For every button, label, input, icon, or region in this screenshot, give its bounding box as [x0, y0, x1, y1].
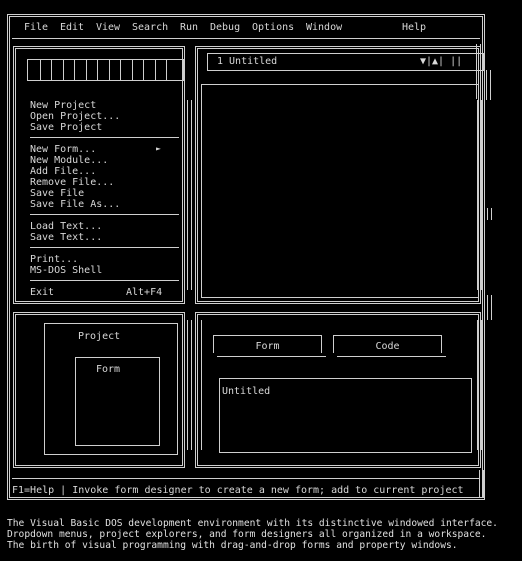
- editor-code-area[interactable]: [201, 84, 479, 298]
- menu-help[interactable]: Help: [402, 22, 426, 33]
- code-button[interactable]: Code: [333, 335, 442, 353]
- menu-item-save-text[interactable]: Save Text...: [30, 232, 102, 243]
- menu-item-ms-dos-shell[interactable]: MS-DOS Shell: [30, 265, 102, 276]
- toolbar-slot[interactable]: [62, 60, 75, 80]
- menu-item-save-file[interactable]: Save File: [30, 188, 84, 199]
- menu-item-save-file-as[interactable]: Save File As...: [30, 199, 120, 210]
- menu-window[interactable]: Window: [306, 22, 342, 33]
- menu-item-new-module[interactable]: New Module...: [30, 155, 108, 166]
- menu-item-add-file[interactable]: Add File...: [30, 166, 96, 177]
- splitter-bar[interactable]: [187, 100, 192, 290]
- form-outer-right: [487, 295, 492, 320]
- form-left-edge: [197, 320, 202, 450]
- caption-line: The Visual Basic DOS development environ…: [7, 518, 498, 529]
- toolbar-slot[interactable]: [154, 60, 167, 80]
- statusbar-divider: [12, 478, 480, 479]
- menu-separator: [30, 280, 179, 281]
- menu-separator: [30, 247, 179, 248]
- menu-view[interactable]: View: [96, 22, 120, 33]
- toolbar-slot[interactable]: [85, 60, 98, 80]
- caption-line: The birth of visual programming with dra…: [7, 540, 458, 551]
- toolbar-slot[interactable]: [51, 60, 63, 80]
- menubar-divider: [12, 38, 480, 39]
- menu-item-print[interactable]: Print...: [30, 254, 78, 265]
- submenu-arrow-icon: ►: [156, 144, 161, 153]
- splitter-bar[interactable]: [187, 320, 192, 450]
- form-button[interactable]: Form: [213, 335, 322, 353]
- project-title: Project: [78, 331, 121, 342]
- status-bar-text: F1=Help | Invoke form designer to create…: [12, 485, 464, 496]
- window-controls-icon[interactable]: ▼|▲| ||: [420, 56, 462, 67]
- editor-right-edge: [477, 100, 482, 290]
- status-right-edge: [479, 470, 484, 498]
- file-list-item[interactable]: Untitled: [222, 386, 270, 397]
- menu-file[interactable]: File: [24, 22, 48, 33]
- menu-item-open-project[interactable]: Open Project...: [30, 111, 120, 122]
- menu-bar: File Edit View Search Run Debug Options …: [24, 22, 474, 34]
- form-right-edge: [477, 320, 482, 450]
- menu-edit[interactable]: Edit: [60, 22, 84, 33]
- menu-item-exit-shortcut: Alt+F4: [126, 287, 163, 298]
- toolbar-slot[interactable]: [131, 60, 144, 80]
- toolbar-slot[interactable]: [97, 60, 109, 80]
- menu-run[interactable]: Run: [180, 22, 198, 33]
- editor-title: 1 Untitled: [217, 56, 278, 67]
- menu-debug[interactable]: Debug: [210, 22, 240, 33]
- menu-search[interactable]: Search: [132, 22, 168, 33]
- menu-item-new-project[interactable]: New Project: [30, 100, 96, 111]
- toolbar-slot[interactable]: [108, 60, 121, 80]
- toolbar-slot[interactable]: [143, 60, 155, 80]
- editor-left-edge: [197, 100, 202, 290]
- editor-outer-right: [487, 208, 492, 220]
- project-item-label: Form: [96, 364, 121, 375]
- caption-line: Dropdown menus, project explorers, and f…: [7, 529, 487, 540]
- toolbar-slot[interactable]: [28, 60, 40, 80]
- menu-options[interactable]: Options: [252, 22, 294, 33]
- menu-separator: [30, 214, 179, 215]
- toolbar-slot[interactable]: [120, 60, 132, 80]
- code-button-shadow: [337, 356, 446, 357]
- code-button-label: Code: [375, 341, 400, 352]
- menu-item-save-project[interactable]: Save Project: [30, 122, 102, 133]
- menu-separator: [30, 137, 179, 138]
- toolbar-strip: [27, 59, 184, 81]
- form-button-label: Form: [255, 341, 280, 352]
- toolbar-slot[interactable]: [39, 60, 52, 80]
- toolbar-slot[interactable]: [74, 60, 86, 80]
- menu-item-new-form[interactable]: New Form...: [30, 144, 96, 155]
- toolbar-slot[interactable]: [166, 60, 178, 80]
- editor-scrollbar[interactable]: [486, 70, 491, 100]
- menu-item-load-text[interactable]: Load Text...: [30, 221, 102, 232]
- menu-item-remove-file[interactable]: Remove File...: [30, 177, 114, 188]
- menu-item-exit[interactable]: Exit: [30, 287, 54, 298]
- form-button-shadow: [217, 356, 326, 357]
